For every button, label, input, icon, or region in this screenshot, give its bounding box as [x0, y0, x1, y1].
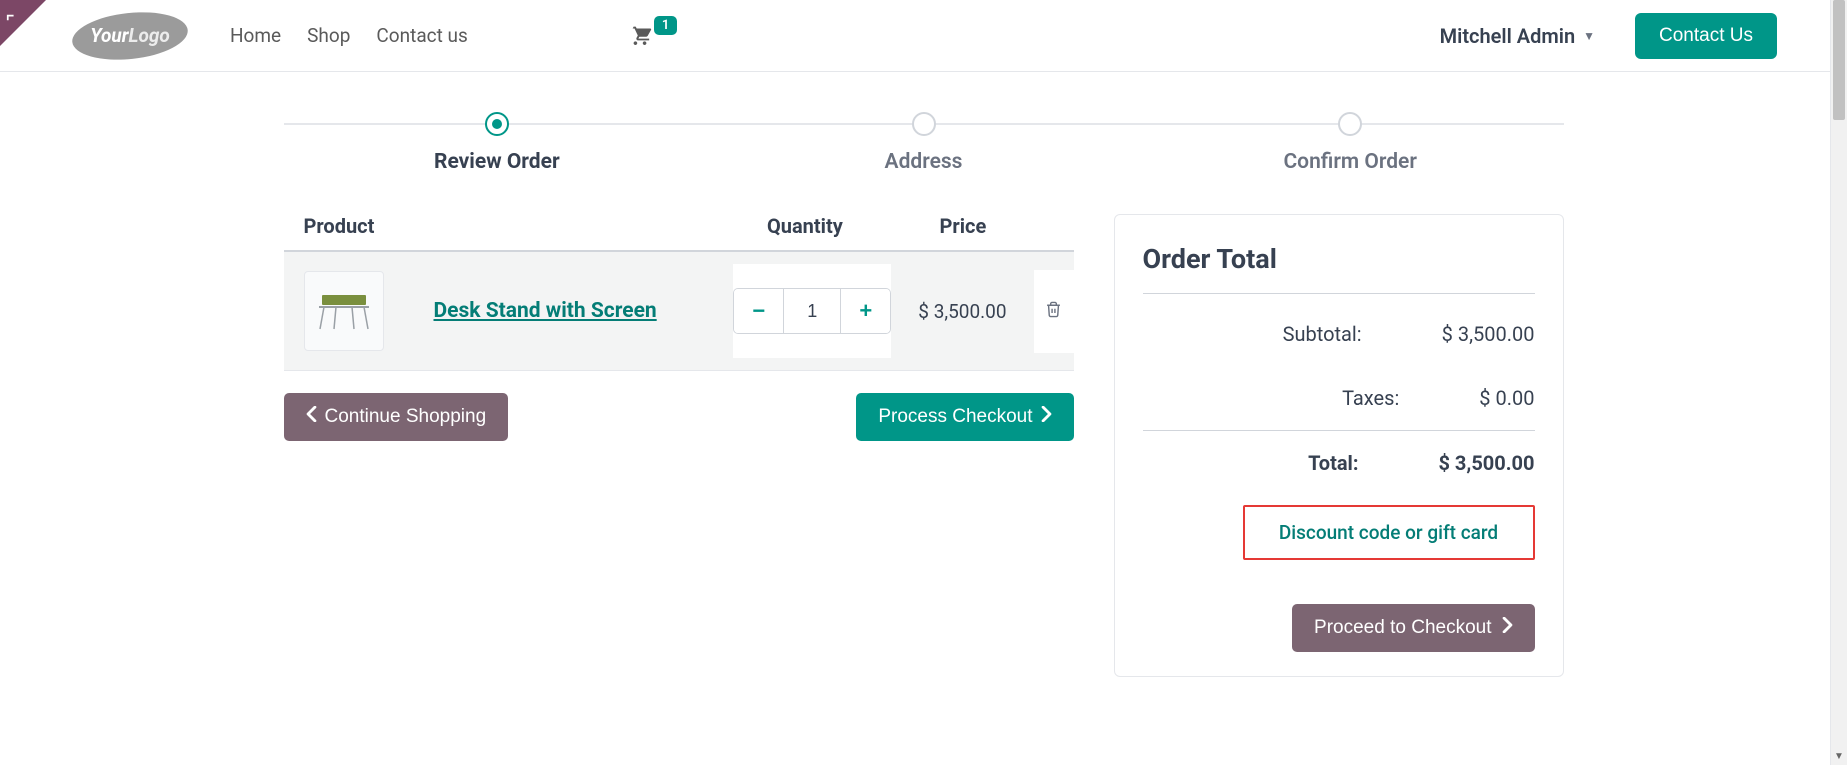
vertical-scrollbar[interactable]: ▲ ▼ [1830, 0, 1847, 765]
order-total-panel: Order Total Subtotal: $ 3,500.00 Taxes: … [1114, 214, 1564, 677]
order-total-title: Order Total [1143, 243, 1535, 294]
site-header: YourLogo Home Shop Contact us 1 Mitchell… [0, 0, 1847, 72]
edit-ribbon-icon [6, 6, 22, 22]
total-value: $ 3,500.00 [1438, 451, 1534, 475]
step-label: Address [710, 150, 1137, 174]
subtotal-label: Subtotal: [1143, 322, 1442, 346]
quantity-stepper: − + [733, 288, 891, 334]
col-quantity: Quantity [718, 214, 892, 238]
step-address[interactable]: Address [710, 112, 1137, 174]
step-label: Confirm Order [1137, 150, 1564, 174]
product-name-link[interactable]: Desk Stand with Screen [434, 299, 657, 323]
taxes-label: Taxes: [1143, 386, 1480, 410]
subtotal-value: $ 3,500.00 [1442, 322, 1535, 346]
scrollbar-thumb[interactable] [1833, 0, 1845, 120]
remove-line-button[interactable] [1045, 304, 1062, 323]
edit-corner-ribbon[interactable] [0, 0, 46, 46]
product-thumbnail[interactable] [304, 271, 384, 351]
chevron-right-icon [1041, 406, 1052, 428]
nav-home[interactable]: Home [230, 24, 281, 47]
chevron-left-icon [306, 406, 317, 428]
total-label: Total: [1143, 451, 1439, 475]
button-label: Process Checkout [878, 406, 1032, 428]
contact-us-button[interactable]: Contact Us [1635, 13, 1777, 59]
step-dot-icon [912, 112, 936, 136]
cart-table-header: Product Quantity Price [284, 214, 1074, 252]
qty-input[interactable] [784, 289, 840, 333]
proceed-to-checkout-button[interactable]: Proceed to Checkout [1292, 604, 1534, 652]
step-dot-icon [1338, 112, 1362, 136]
button-label: Continue Shopping [325, 406, 487, 428]
col-product: Product [284, 214, 719, 238]
discount-code-link[interactable]: Discount code or gift card [1243, 505, 1535, 560]
button-label: Proceed to Checkout [1314, 617, 1491, 639]
main-nav: Home Shop Contact us [230, 24, 468, 47]
step-confirm[interactable]: Confirm Order [1137, 112, 1564, 174]
step-dot-active-icon [485, 112, 509, 136]
caret-down-icon: ▼ [1583, 29, 1595, 43]
qty-decrease-button[interactable]: − [734, 289, 784, 333]
cart-row: Desk Stand with Screen − + $ 3,500.00 [284, 252, 1074, 371]
user-menu[interactable]: Mitchell Admin ▼ [1440, 24, 1595, 48]
taxes-value: $ 0.00 [1479, 386, 1534, 410]
cart-count-badge: 1 [654, 16, 677, 35]
checkout-steps: Review Order Address Confirm Order [284, 112, 1564, 174]
nav-contact[interactable]: Contact us [376, 24, 467, 47]
process-checkout-button[interactable]: Process Checkout [856, 393, 1073, 441]
site-logo[interactable]: YourLogo [70, 11, 190, 61]
step-label: Review Order [284, 150, 711, 174]
chevron-right-icon [1502, 617, 1513, 639]
cart-icon [628, 23, 652, 49]
col-price: Price [892, 214, 1034, 238]
user-name: Mitchell Admin [1440, 24, 1575, 48]
step-review[interactable]: Review Order [284, 112, 711, 174]
logo-text: YourLogo [90, 24, 170, 47]
cart-link[interactable]: 1 [628, 23, 677, 49]
scroll-down-arrow-icon[interactable]: ▼ [1831, 748, 1847, 765]
nav-shop[interactable]: Shop [307, 24, 350, 47]
line-price: $ 3,500.00 [891, 300, 1033, 323]
continue-shopping-button[interactable]: Continue Shopping [284, 393, 509, 441]
qty-increase-button[interactable]: + [840, 289, 890, 333]
